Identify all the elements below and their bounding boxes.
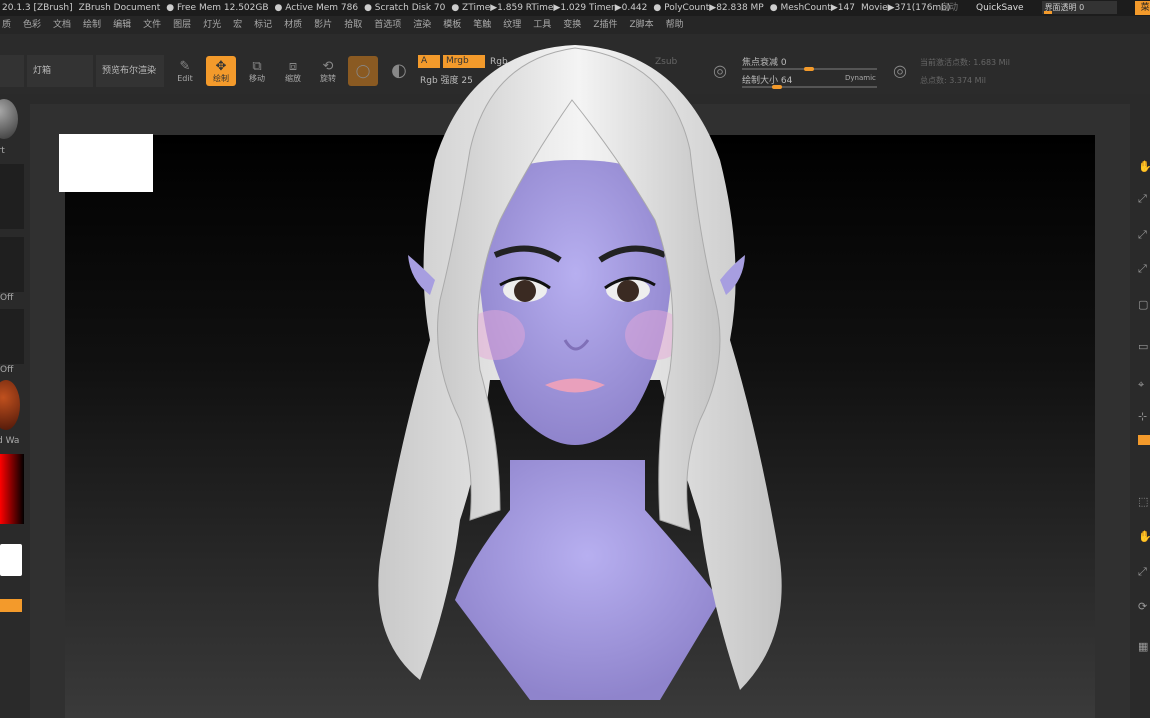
menu-item[interactable]: 绘制 — [83, 16, 101, 34]
menu-item[interactable]: Z脚本 — [629, 16, 653, 34]
active-points: 当前激活点数: 1.683 Mil — [920, 58, 1011, 67]
material-icon[interactable] — [0, 380, 20, 430]
draw-button[interactable]: ✥ 绘制 — [206, 56, 236, 86]
menu-item[interactable]: 影片 — [314, 16, 332, 34]
dynamic-toggle[interactable]: Dynamic — [845, 74, 876, 82]
actual-icon[interactable]: ⤢ — [1138, 228, 1150, 244]
menu-item[interactable]: 标记 — [254, 16, 272, 34]
sym-toggle[interactable] — [1138, 435, 1150, 445]
menu-item[interactable]: 宏 — [233, 16, 242, 34]
scale-label: 缩放 — [285, 73, 301, 83]
edit-label: Edit — [177, 73, 193, 83]
active-mem: ● Active Mem 786 — [274, 3, 359, 13]
sculpt-model[interactable] — [360, 40, 800, 718]
menu-item[interactable]: 编辑 — [113, 16, 131, 34]
ui-opacity-slider[interactable]: 界面透明 0 — [1041, 1, 1117, 14]
texture-label: Off — [0, 365, 14, 375]
menu-item[interactable]: 色彩 — [23, 16, 41, 34]
menu-item[interactable]: 材质 — [284, 16, 302, 34]
persp-icon[interactable]: ▢ — [1138, 298, 1150, 314]
timers: ● ZTime▶1.859 RTime▶1.029 Timer▶0.442 — [451, 3, 648, 13]
movie: Movie▶371(176mb) — [861, 3, 951, 13]
navigator-thumbnail[interactable] — [59, 134, 153, 192]
toolbar-slot[interactable] — [0, 55, 24, 87]
left-tray: art Off Off d Wa — [0, 94, 28, 718]
polyframe-icon[interactable]: ▦ — [1138, 640, 1150, 656]
draw-label: 绘制 — [213, 73, 229, 83]
scale-icon: ⧈ — [288, 58, 298, 74]
menu-item[interactable]: 帮助 — [666, 16, 684, 34]
zoom-icon[interactable]: ⤢ — [1138, 192, 1150, 208]
menu-bar: 质色彩 文档 绘制 编辑 文件 图层 灯光宏标记 材质 影片 拾取 首选项 渲染 模板 笔触 纹理 工具 变换 Z… — [0, 16, 1150, 34]
texture-slot[interactable] — [0, 309, 24, 364]
edit-button[interactable]: ✎ Edit — [168, 56, 202, 86]
title-item: 20.1.3 [ZBrush] — [2, 3, 73, 13]
menu-item[interactable]: 文件 — [143, 16, 161, 34]
scale-view-icon[interactable]: ⤢ — [1138, 565, 1150, 581]
menu-item[interactable]: 文档 — [53, 16, 71, 34]
draw-icon: ✥ — [215, 58, 227, 74]
quicksave-button[interactable]: QuickSave — [976, 0, 1024, 16]
title-bar: 20.1.3 [ZBrush] ZBrush Document ● Free M… — [0, 0, 1150, 16]
main-color-swatch[interactable] — [0, 544, 22, 576]
document-name: ZBrush Document — [78, 3, 161, 13]
edit-icon: ✎ — [179, 58, 191, 74]
rotate-icon: ⟲ — [322, 58, 334, 74]
menu-item[interactable]: 纹理 — [503, 16, 521, 34]
alpha-slot[interactable] — [0, 237, 24, 292]
menu-item[interactable]: 模板 — [443, 16, 461, 34]
brush-icon[interactable] — [0, 99, 18, 139]
color-picker[interactable] — [0, 454, 24, 524]
alpha-label: Off — [0, 293, 14, 303]
bpr-preview-button[interactable]: 预览布尔渲染 — [96, 55, 164, 87]
aahalf-icon[interactable]: ⤢ — [1138, 262, 1150, 278]
xyz-icon[interactable]: ⊹ — [1138, 410, 1150, 426]
rotate-view-icon[interactable]: ⟳ — [1138, 600, 1150, 616]
menu-item[interactable]: 拾取 — [344, 16, 362, 34]
menu-item[interactable]: 笔触 — [473, 16, 491, 34]
stroke-slot[interactable] — [0, 164, 24, 229]
menu-item[interactable]: 变换 — [563, 16, 581, 34]
auto-label[interactable]: 自动 — [940, 0, 958, 16]
floor-icon[interactable]: ▭ — [1138, 340, 1150, 356]
menu-item[interactable]: 质 — [2, 16, 11, 34]
rotate-label: 旋转 — [320, 73, 336, 83]
rotate-button[interactable]: ⟲ 旋转 — [313, 56, 343, 86]
menu-item[interactable]: 渲染 — [413, 16, 431, 34]
menu-item[interactable]: Z插件 — [593, 16, 617, 34]
total-points: 总点数: 3.374 Mil — [920, 76, 987, 85]
material-label: d Wa — [0, 436, 20, 446]
menu-item[interactable]: 灯光 — [203, 16, 221, 34]
local-icon[interactable]: ⌖ — [1138, 378, 1150, 394]
menu-item[interactable]: 工具 — [533, 16, 551, 34]
menu-item[interactable]: 首选项 — [374, 16, 401, 34]
scale-button[interactable]: ⧈ 缩放 — [278, 56, 308, 86]
free-mem: ● Free Mem 12.502GB — [166, 3, 269, 13]
brush-label: art — [0, 146, 5, 156]
move-icon: ⧉ — [252, 58, 262, 74]
scroll-icon[interactable]: ✋ — [1138, 160, 1150, 176]
scratch-disk: ● Scratch Disk 70 — [364, 3, 446, 13]
menu-item[interactable]: 图层 — [173, 16, 191, 34]
menu-button[interactable]: 菜单 — [1134, 1, 1150, 15]
secondary-color-swatch[interactable] — [0, 599, 22, 612]
polycount: ● PolyCount▶82.838 MP — [653, 3, 764, 13]
frame-icon[interactable]: ⬚ — [1138, 495, 1150, 511]
move-button[interactable]: ⧉ 移动 — [242, 56, 272, 86]
lightbox-button[interactable]: 灯箱 — [27, 55, 93, 87]
move-view-icon[interactable]: ✋ — [1138, 530, 1150, 546]
move-label: 移动 — [249, 73, 265, 83]
stroke-d-icon[interactable]: ◎ — [885, 56, 915, 86]
right-shelf — [1130, 94, 1150, 718]
meshcount: ● MeshCount▶147 — [769, 3, 855, 13]
